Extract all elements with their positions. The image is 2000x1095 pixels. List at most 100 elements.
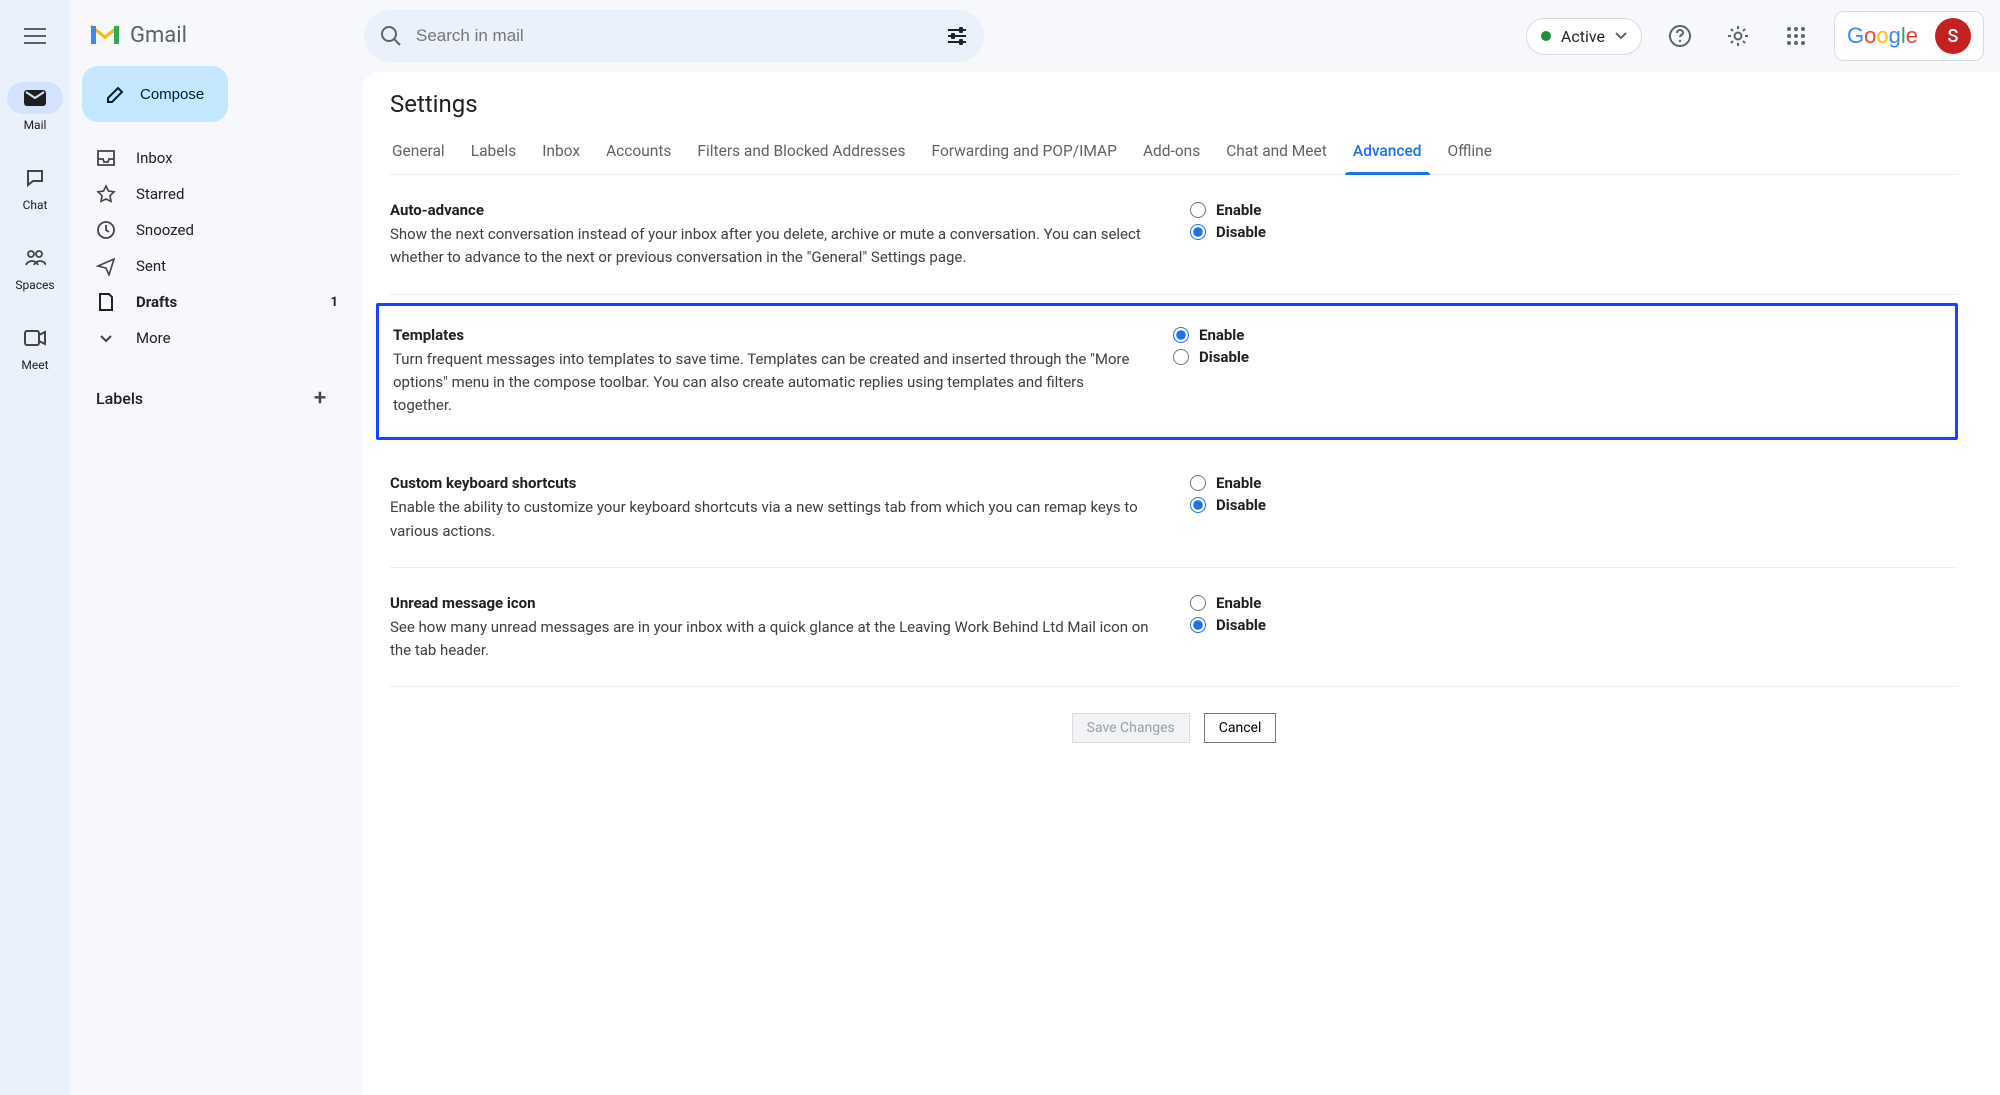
disable-label: Disable	[1216, 223, 1266, 241]
disable-radio[interactable]	[1190, 224, 1206, 240]
send-icon	[96, 256, 116, 276]
search-icon	[380, 25, 402, 47]
enable-option[interactable]: Enable	[1190, 474, 1266, 492]
disable-option[interactable]: Disable	[1190, 496, 1266, 514]
help-button[interactable]	[1660, 16, 1700, 56]
setting-text: See how many unread messages are in your…	[390, 616, 1150, 663]
nav-count: 1	[331, 295, 338, 310]
settings-title: Settings	[390, 90, 1958, 118]
setting-radios: Enable Disable	[1190, 474, 1266, 543]
enable-radio[interactable]	[1190, 475, 1206, 491]
cancel-button[interactable]: Cancel	[1204, 713, 1277, 743]
sidebar: Gmail Compose Inbox Starred Snoozed Sent	[70, 0, 362, 1095]
tab-chat-and-meet[interactable]: Chat and Meet	[1224, 132, 1329, 174]
tab-add-ons[interactable]: Add-ons	[1141, 132, 1202, 174]
settings-tabs: General Labels Inbox Accounts Filters and Bl…	[390, 132, 1958, 175]
setting-radios: Enable Disable	[1190, 594, 1266, 663]
nav-label: Inbox	[136, 149, 173, 167]
nav-inbox[interactable]: Inbox	[70, 140, 362, 176]
rail-item-spaces[interactable]: Spaces	[0, 226, 70, 300]
disable-radio[interactable]	[1190, 617, 1206, 633]
svg-text:Google: Google	[1847, 23, 1918, 48]
nav-more[interactable]: More	[70, 320, 362, 356]
status-dot-icon	[1541, 31, 1551, 41]
nav-drafts[interactable]: Drafts 1	[70, 284, 362, 320]
nav: Inbox Starred Snoozed Sent Drafts 1 M	[70, 140, 362, 356]
nav-label: Drafts	[136, 293, 177, 311]
setting-title: Unread message icon	[390, 594, 1150, 612]
disable-radio[interactable]	[1173, 349, 1189, 365]
tab-inbox[interactable]: Inbox	[540, 132, 582, 174]
tab-labels[interactable]: Labels	[469, 132, 518, 174]
setting-row: Unread message icon See how many unread …	[390, 568, 1958, 688]
nav-label: More	[136, 329, 171, 347]
nav-starred[interactable]: Starred	[70, 176, 362, 212]
setting-title: Templates	[393, 326, 1133, 344]
topbar: Active Google S	[362, 0, 2000, 72]
disable-radio[interactable]	[1190, 497, 1206, 513]
search-bar[interactable]	[364, 10, 984, 62]
disable-option[interactable]: Disable	[1190, 223, 1266, 241]
gmail-logo-icon	[88, 22, 122, 48]
main: Active Google S Settings	[362, 0, 2000, 1095]
draft-icon	[96, 292, 116, 312]
chevron-down-icon	[1615, 32, 1627, 40]
help-icon	[1668, 24, 1692, 48]
status-chip[interactable]: Active	[1526, 18, 1642, 55]
tune-icon[interactable]	[946, 26, 968, 46]
setting-text: Show the next conversation instead of yo…	[390, 223, 1150, 270]
rail-label: Spaces	[15, 278, 54, 292]
setting-radios: Enable Disable	[1190, 201, 1266, 270]
tab-offline[interactable]: Offline	[1446, 132, 1494, 174]
clock-icon	[96, 220, 116, 240]
rail-item-meet[interactable]: Meet	[0, 306, 70, 380]
search-input[interactable]	[416, 26, 932, 46]
settings-panel: Settings General Labels Inbox Accounts Filte…	[362, 72, 2000, 1095]
nav-snoozed[interactable]: Snoozed	[70, 212, 362, 248]
tab-filters-and-blocked-addresses[interactable]: Filters and Blocked Addresses	[695, 132, 907, 174]
setting-radios: Enable Disable	[1173, 326, 1249, 418]
spaces-icon	[24, 249, 46, 267]
disable-label: Disable	[1216, 616, 1266, 634]
enable-option[interactable]: Enable	[1173, 326, 1249, 344]
tab-accounts[interactable]: Accounts	[604, 132, 673, 174]
rail-item-mail[interactable]: Mail	[0, 66, 70, 140]
add-label-button[interactable]: +	[306, 384, 334, 412]
pencil-icon	[106, 84, 126, 104]
enable-radio[interactable]	[1173, 327, 1189, 343]
rail-label: Mail	[24, 118, 47, 132]
enable-radio[interactable]	[1190, 202, 1206, 218]
nav-sent[interactable]: Sent	[70, 248, 362, 284]
setting-title: Auto-advance	[390, 201, 1150, 219]
brand[interactable]: Gmail	[70, 10, 362, 66]
rail-label: Chat	[23, 198, 48, 212]
disable-option[interactable]: Disable	[1190, 616, 1266, 634]
compose-label: Compose	[140, 86, 204, 103]
avatar-initial: S	[1948, 26, 1959, 47]
disable-option[interactable]: Disable	[1173, 348, 1249, 366]
tab-forwarding-and-pop-imap[interactable]: Forwarding and POP/IMAP	[930, 132, 1119, 174]
tab-advanced[interactable]: Advanced	[1351, 132, 1424, 174]
labels-heading: Labels	[96, 389, 143, 408]
app-rail: Mail Chat Spaces Meet	[0, 0, 70, 1095]
google-logo-icon: Google	[1847, 23, 1925, 49]
tab-general[interactable]: General	[390, 132, 447, 174]
save-changes-button[interactable]: Save Changes	[1072, 713, 1190, 743]
google-account[interactable]: Google S	[1834, 11, 1984, 61]
gear-icon	[1726, 24, 1750, 48]
enable-option[interactable]: Enable	[1190, 594, 1266, 612]
setting-row: Custom keyboard shortcuts Enable the abi…	[390, 448, 1958, 568]
nav-label: Starred	[136, 185, 184, 203]
enable-option[interactable]: Enable	[1190, 201, 1266, 219]
enable-radio[interactable]	[1190, 595, 1206, 611]
avatar[interactable]: S	[1935, 18, 1971, 54]
chevron-down-icon	[96, 328, 116, 348]
rail-item-chat[interactable]: Chat	[0, 146, 70, 220]
main-menu-button[interactable]	[11, 12, 59, 60]
star-icon	[96, 184, 116, 204]
settings-button[interactable]	[1718, 16, 1758, 56]
apps-button[interactable]	[1776, 16, 1816, 56]
enable-label: Enable	[1199, 326, 1244, 344]
compose-button[interactable]: Compose	[82, 66, 228, 122]
rail-label: Meet	[21, 358, 48, 372]
